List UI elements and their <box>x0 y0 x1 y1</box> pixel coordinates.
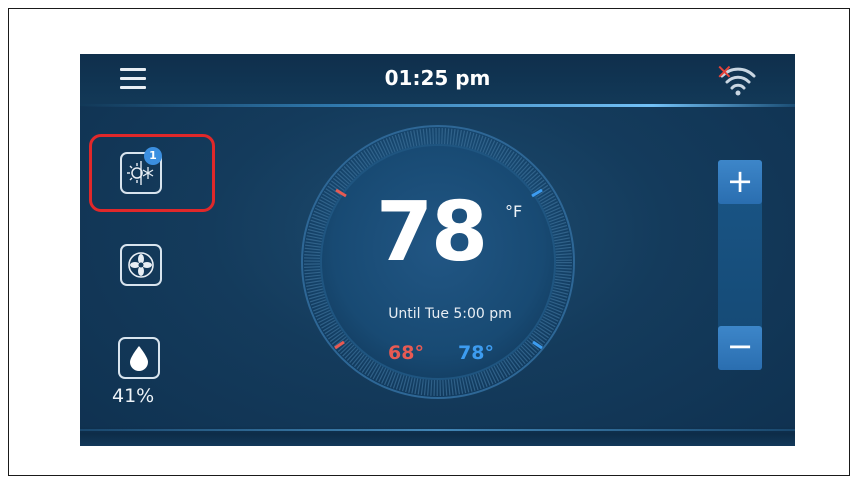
clock-time: 01:25 pm <box>384 66 491 90</box>
water-drop-icon <box>130 346 148 371</box>
hold-until-text: Until Tue 5:00 pm <box>388 306 512 322</box>
humidity-button[interactable] <box>118 337 160 379</box>
mode-badge: 1 <box>144 147 162 165</box>
humidity-value: 41% <box>112 385 155 407</box>
fan-button[interactable] <box>120 244 162 286</box>
disconnected-x-icon: ✕ <box>716 60 733 84</box>
thermostat-screen: 01:25 pm ✕ 1 41% 78 °F Until Tue 5:00 pm… <box>80 54 795 446</box>
decrease-temp-button[interactable]: − <box>718 326 762 370</box>
fan-icon <box>128 252 154 278</box>
current-temperature: 78 <box>376 185 488 280</box>
heat-setpoint[interactable]: 68° <box>388 342 424 364</box>
increase-temp-button[interactable]: + <box>718 160 762 204</box>
cool-setpoint[interactable]: 78° <box>458 342 494 364</box>
top-bar-divider <box>80 104 795 107</box>
wifi-status[interactable]: ✕ <box>712 60 762 98</box>
bottom-bar-divider <box>80 429 795 431</box>
temperature-unit: °F <box>505 202 523 221</box>
